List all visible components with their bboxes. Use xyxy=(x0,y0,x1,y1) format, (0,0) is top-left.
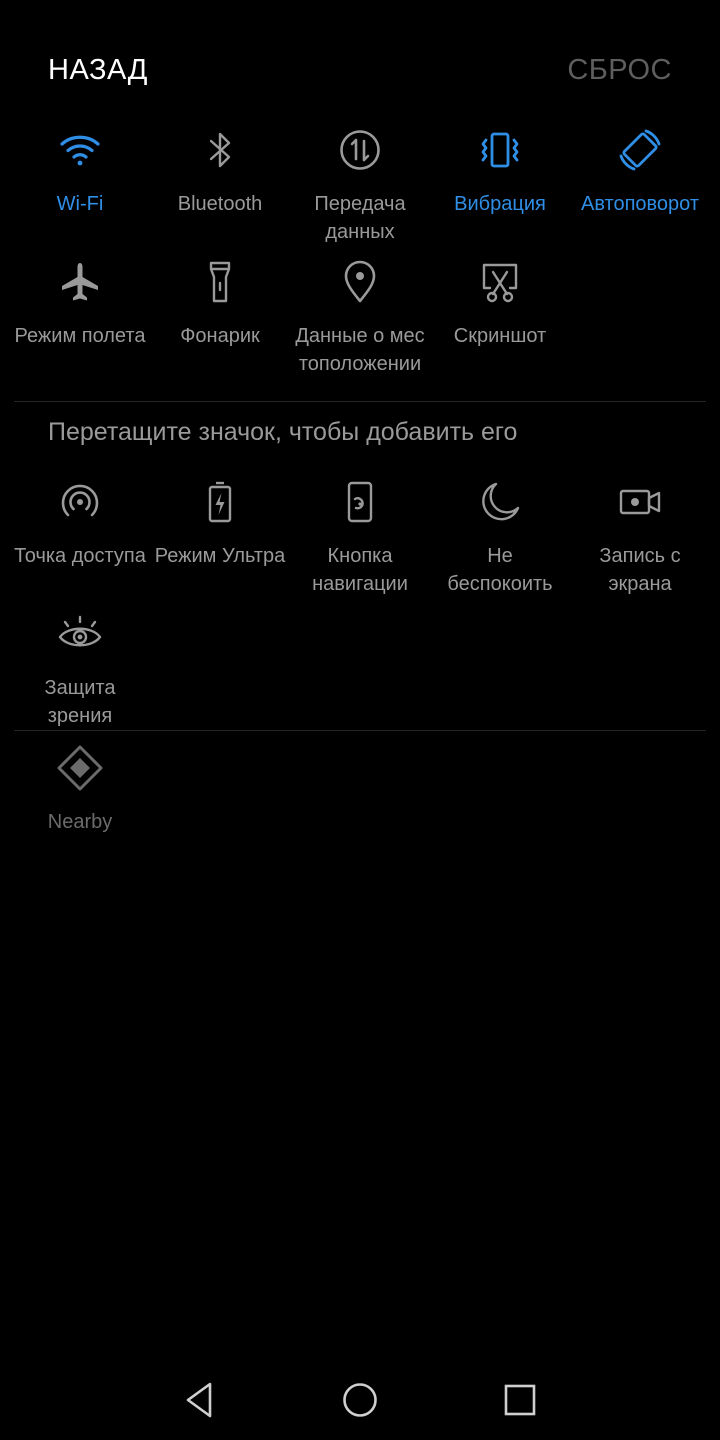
tile-flashlight[interactable]: Фонарик xyxy=(150,258,290,350)
bluetooth-icon xyxy=(209,132,231,168)
header: НАЗАД СБРОС xyxy=(0,52,720,96)
tile-label: Защита зрения xyxy=(44,677,116,727)
moon-icon xyxy=(482,482,520,521)
tile-hotspot[interactable]: Точка доступа xyxy=(10,478,150,570)
tile-nearby[interactable]: Nearby xyxy=(10,744,150,836)
tile-label: Wi-Fi xyxy=(56,193,104,215)
auto-rotate-icon xyxy=(619,129,661,171)
tile-mobile-data[interactable]: Передача данных xyxy=(290,126,430,246)
reset-button[interactable]: СБРОС xyxy=(567,54,672,87)
screen-record-icon xyxy=(619,489,661,515)
tile-nav-button[interactable]: Кнопка навигации xyxy=(290,478,430,598)
tile-label: Фонарик xyxy=(180,325,260,347)
tile-auto-rotate[interactable]: Автоповорот xyxy=(570,126,710,218)
tile-vibration[interactable]: Вибрация xyxy=(430,126,570,218)
tile-label: Режим полета xyxy=(14,325,146,347)
battery-ultra-icon xyxy=(208,481,232,523)
screenshot-icon xyxy=(482,263,518,303)
section-divider xyxy=(14,401,706,402)
tile-label: Nearby xyxy=(47,811,113,833)
tile-screen-record[interactable]: Запись с экрана xyxy=(570,478,710,598)
vibration-icon xyxy=(481,132,519,168)
wifi-icon xyxy=(60,135,100,166)
tile-label: Кнопка навигации xyxy=(312,545,408,595)
mobile-data-icon xyxy=(340,130,380,170)
tile-label: Точка доступа xyxy=(14,545,146,567)
recents-icon[interactable] xyxy=(498,1378,542,1422)
hotspot-icon xyxy=(61,484,99,517)
tile-label: Bluetooth xyxy=(177,193,263,215)
eye-icon xyxy=(58,615,102,647)
tile-do-not-disturb[interactable]: Не беспокоить xyxy=(430,478,570,598)
tile-ultra-mode[interactable]: Режим Ультра xyxy=(150,478,290,570)
tile-label: Не беспокоить xyxy=(447,545,553,595)
home-icon[interactable] xyxy=(338,1378,382,1422)
tile-label: Данные о мес тоположении xyxy=(295,325,425,375)
location-icon xyxy=(344,260,376,303)
tile-eye-protection[interactable]: Защита зрения xyxy=(10,610,150,730)
nearby-icon xyxy=(57,745,103,791)
tile-location[interactable]: Данные о мес тоположении xyxy=(290,258,430,378)
nav-button-icon xyxy=(347,481,373,523)
flashlight-icon xyxy=(209,261,231,303)
tile-label: Режим Ультра xyxy=(154,545,286,567)
tile-wifi[interactable]: Wi-Fi xyxy=(10,126,150,218)
tile-label: Автоповорот xyxy=(580,193,700,215)
back-icon[interactable] xyxy=(178,1378,222,1422)
tile-label: Вибрация xyxy=(454,193,546,215)
section-divider xyxy=(14,730,706,731)
tile-label: Передача данных xyxy=(314,193,406,243)
back-button[interactable]: НАЗАД xyxy=(48,54,148,87)
tile-label: Запись с экрана xyxy=(599,545,681,595)
tile-label: Скриншот xyxy=(453,325,547,347)
tile-airplane[interactable]: Режим полета xyxy=(10,258,150,350)
drag-hint: Перетащите значок, чтобы добавить его xyxy=(48,418,518,446)
navigation-bar xyxy=(0,1360,720,1440)
airplane-icon xyxy=(62,263,98,301)
tile-screenshot[interactable]: Скриншот xyxy=(430,258,570,350)
tile-bluetooth[interactable]: Bluetooth xyxy=(150,126,290,218)
